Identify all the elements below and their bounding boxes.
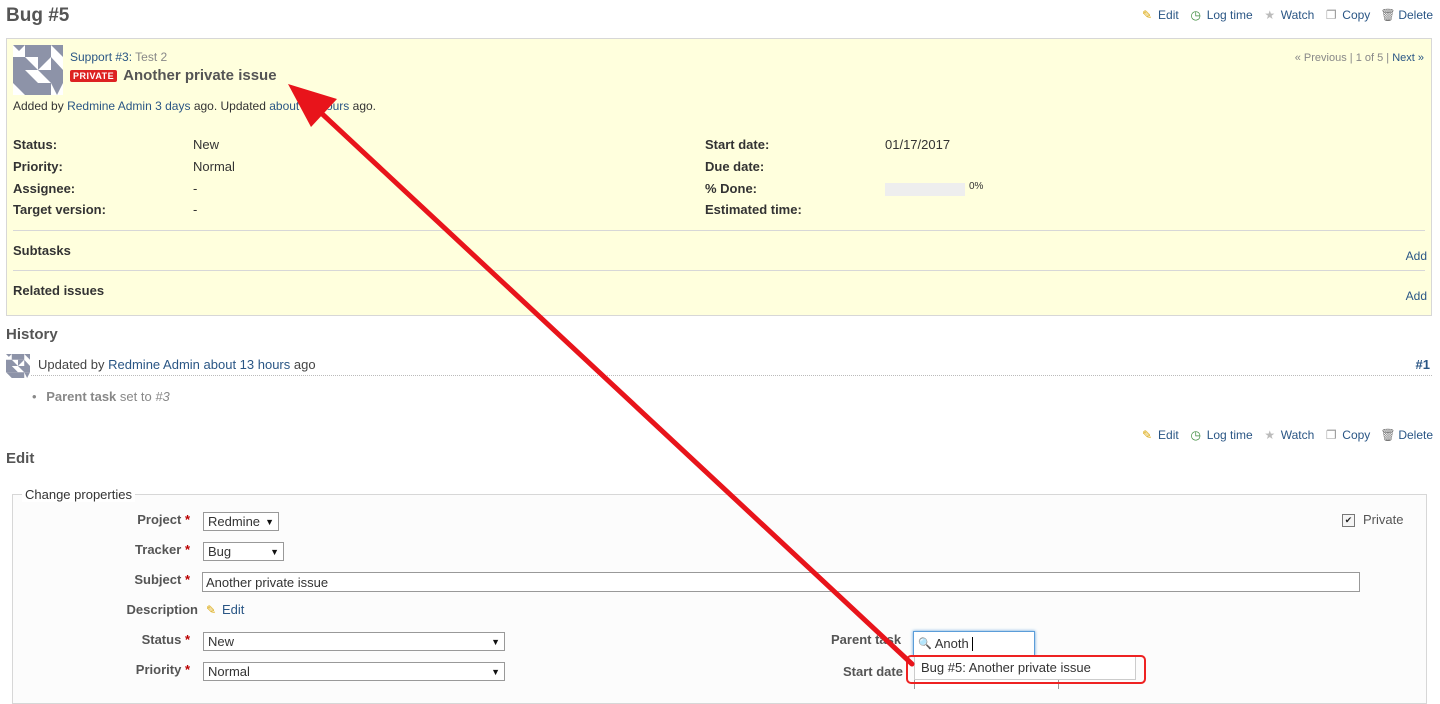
trash-icon: 🗑 xyxy=(1380,428,1396,442)
issue-navigation: « Previous | 1 of 5 | Next » xyxy=(1295,52,1424,64)
project-select[interactable]: Redmine ▼ xyxy=(203,512,279,531)
description-label: Description xyxy=(126,602,198,617)
caret-down-icon: ▼ xyxy=(491,666,500,677)
private-badge: PRIVATE xyxy=(70,69,118,82)
description-edit-link[interactable]: ✎ Edit xyxy=(204,602,244,617)
copy-link[interactable]: ❐ Copy xyxy=(1324,8,1370,22)
detail-field: Parent task xyxy=(46,389,117,404)
clock-icon: ◷ xyxy=(1190,428,1201,442)
page-title: Bug #5 xyxy=(6,5,70,26)
priority-label: Priority * xyxy=(135,662,190,677)
project-label: Project * xyxy=(137,512,190,527)
history-title: History xyxy=(6,326,58,343)
parent-issue-subject: Test 2 xyxy=(135,50,168,64)
status-value: New xyxy=(193,137,220,152)
status-label: Status: xyxy=(13,137,58,152)
related-issues-title: Related issues xyxy=(13,283,105,298)
journal-entry: Updated by Redmine Admin about 13 hours … xyxy=(6,352,1432,378)
journal-detail: • Parent task set to #3 xyxy=(32,389,170,404)
delete-link[interactable]: 🗑 Delete xyxy=(1380,428,1433,442)
tracker-select[interactable]: Bug ▼ xyxy=(203,542,284,561)
edit-link[interactable]: ✎ Edit xyxy=(1140,428,1179,442)
divider xyxy=(13,270,1425,271)
pencil-icon: ✎ xyxy=(1141,8,1153,22)
updated-link[interactable]: about 13 hours xyxy=(269,99,349,113)
tracker-label: Tracker * xyxy=(135,542,190,557)
start-date-label: Start date: xyxy=(705,137,770,152)
caret-down-icon: ▼ xyxy=(491,636,500,647)
due-date-label: Due date: xyxy=(705,159,765,174)
issue-position: | 1 of 5 | xyxy=(1349,52,1390,64)
edit-title: Edit xyxy=(6,450,35,467)
created-link[interactable]: 3 days xyxy=(155,99,190,113)
subtasks-title: Subtasks xyxy=(13,243,71,258)
assignee-value: - xyxy=(193,181,198,196)
magnifier-icon: 🔍 xyxy=(918,638,932,650)
detail-value: #3 xyxy=(155,389,170,404)
pencil-icon: ✎ xyxy=(205,602,217,617)
journal-header: Updated by Redmine Admin about 13 hours … xyxy=(38,357,316,372)
start-date-value: 01/17/2017 xyxy=(885,137,951,152)
edit-link[interactable]: ✎ Edit xyxy=(1140,8,1179,22)
status-select[interactable]: New ▼ xyxy=(203,632,505,651)
add-subtask-link[interactable]: Add xyxy=(1406,249,1427,263)
progress-bar xyxy=(885,183,965,197)
author-line: Added by Redmine Admin 3 days ago. Updat… xyxy=(13,99,376,113)
parent-issue-link[interactable]: Support #3: xyxy=(70,50,132,64)
priority-value: Normal xyxy=(193,159,235,174)
delete-link[interactable]: 🗑 Delete xyxy=(1380,8,1433,22)
divider xyxy=(13,230,1425,231)
caret-down-icon: ▼ xyxy=(270,546,279,557)
star-icon: ★ xyxy=(1264,428,1276,442)
priority-select[interactable]: Normal ▼ xyxy=(203,662,505,681)
copy-icon: ❐ xyxy=(1325,428,1337,442)
done-ratio-label: % Done: xyxy=(705,181,757,196)
done-ratio-value: 0% xyxy=(969,181,984,192)
log-time-link[interactable]: ◷ Log time xyxy=(1189,8,1252,22)
journal-number-link[interactable]: #1 xyxy=(1416,357,1430,372)
target-version-label: Target version: xyxy=(13,202,106,217)
clock-icon: ◷ xyxy=(1190,8,1201,22)
assignee-label: Assignee: xyxy=(13,181,76,196)
journal-user-link[interactable]: Redmine Admin xyxy=(108,357,200,372)
log-time-link[interactable]: ◷ Log time xyxy=(1189,428,1252,442)
subject-line: PRIVATE Another private issue xyxy=(70,67,277,84)
issue-subject: Another private issue xyxy=(123,67,277,84)
copy-icon: ❐ xyxy=(1325,8,1337,22)
subject-input[interactable]: Another private issue xyxy=(202,572,1360,592)
contextual-actions-top: ✎ Edit ◷ Log time ★ Watch ❐ Copy 🗑 Delete xyxy=(1140,8,1433,22)
previous-link[interactable]: « Previous xyxy=(1295,52,1347,64)
gravatar-avatar xyxy=(6,354,30,378)
start-date-label: Start date xyxy=(843,664,903,679)
journal-time-link[interactable]: about 13 hours xyxy=(204,357,291,372)
done-ratio-progress: 0% xyxy=(885,181,984,197)
target-version-value: - xyxy=(193,202,198,217)
next-link[interactable]: Next » xyxy=(1392,52,1424,64)
private-label: Private xyxy=(1363,512,1404,527)
watch-link[interactable]: ★ Watch xyxy=(1263,428,1314,442)
priority-label: Priority: xyxy=(13,159,63,174)
private-checkbox[interactable]: ✔ xyxy=(1342,514,1355,527)
author-link[interactable]: Redmine Admin xyxy=(67,99,152,113)
subject-label: Subject * xyxy=(134,572,190,587)
star-icon: ★ xyxy=(1264,8,1276,22)
parent-task-input[interactable]: 🔍 Anoth xyxy=(913,631,1035,656)
parent-task-label: Parent task xyxy=(831,632,902,647)
copy-link[interactable]: ❐ Copy xyxy=(1324,428,1370,442)
parent-issue-line: Support #3: Test 2 xyxy=(70,50,167,64)
caret-down-icon: ▼ xyxy=(265,516,274,527)
fieldset-legend: Change properties xyxy=(22,487,135,502)
watch-link[interactable]: ★ Watch xyxy=(1263,8,1314,22)
annotation-highlight-box xyxy=(906,655,1146,684)
gravatar-avatar xyxy=(13,45,63,95)
estimated-time-label: Estimated time: xyxy=(705,202,802,217)
add-relation-link[interactable]: Add xyxy=(1406,289,1427,303)
contextual-actions-bottom: ✎ Edit ◷ Log time ★ Watch ❐ Copy 🗑 Delete xyxy=(1140,428,1433,442)
trash-icon: 🗑 xyxy=(1380,8,1396,22)
status-label: Status * xyxy=(141,632,190,647)
text-cursor xyxy=(971,636,973,651)
pencil-icon: ✎ xyxy=(1141,428,1153,442)
issue-details-box: Support #3: Test 2 PRIVATE Another priva… xyxy=(6,38,1432,316)
